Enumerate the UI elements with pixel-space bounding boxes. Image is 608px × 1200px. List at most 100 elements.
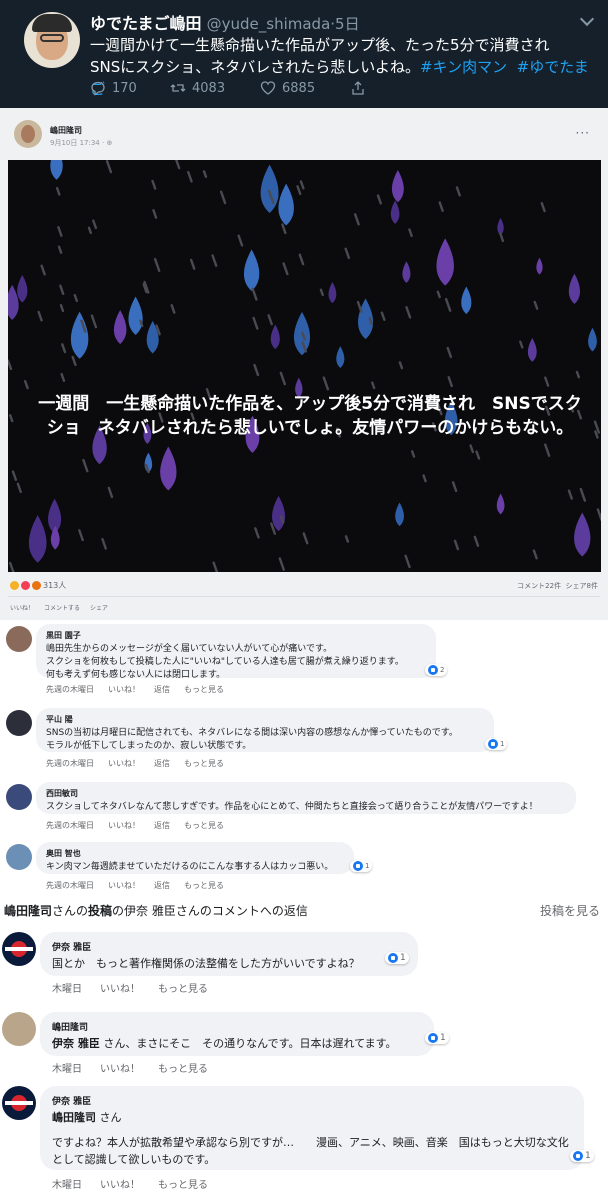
comment-like-badge[interactable]: 1 bbox=[570, 1150, 594, 1162]
comment-meta: 先週の木曜日 いいね！ 返信 もっと見る bbox=[46, 880, 224, 891]
comment-time[interactable]: 先週の木曜日 bbox=[46, 820, 94, 831]
rain-streak bbox=[9, 561, 15, 572]
comment-count[interactable]: コメント22件 bbox=[517, 582, 561, 590]
rain-streak bbox=[189, 258, 196, 270]
comment-like-link[interactable]: いいね！ bbox=[108, 758, 140, 769]
comment-more-link[interactable]: もっと見る bbox=[184, 684, 224, 695]
comment-bubble: 嶋田隆司 伊奈 雅臣 さん、まさにそこ その通りなんです。日本は遅れてます。 bbox=[40, 1012, 434, 1056]
comment-more-link[interactable]: もっと見る bbox=[184, 758, 224, 769]
rain-streak bbox=[8, 359, 13, 371]
retweet-button[interactable]: 4083 bbox=[170, 80, 260, 96]
comment-like-link[interactable]: いいね！ bbox=[100, 980, 140, 995]
commenter-avatar[interactable] bbox=[2, 1086, 36, 1120]
comment-time[interactable]: 先週の木曜日 bbox=[46, 880, 94, 891]
rain-streak bbox=[579, 487, 587, 502]
comment-meta: 木曜日 いいね！ もっと見る bbox=[52, 980, 208, 995]
commenter-name[interactable]: 伊奈 雅臣 bbox=[52, 940, 406, 953]
commenter-name[interactable]: 奥田 智也 bbox=[46, 848, 344, 859]
comment-time[interactable]: 木曜日 bbox=[52, 1060, 82, 1075]
comment-reply-link[interactable]: 返信 bbox=[154, 684, 170, 695]
comment-text-body: ですよね？本人が拡散希望や承認なら別ですが… 漫画、アニメ、映画、音楽 国はもっ… bbox=[52, 1136, 569, 1166]
rain-streak bbox=[267, 314, 273, 326]
commenter-avatar[interactable] bbox=[6, 626, 32, 652]
post-share-button[interactable]: シェア bbox=[90, 603, 108, 612]
comment-more-link[interactable]: もっと見る bbox=[184, 880, 224, 891]
rain-streak bbox=[532, 549, 538, 560]
comment-time[interactable]: 木曜日 bbox=[52, 1176, 82, 1191]
comment-time[interactable]: 先週の木曜日 bbox=[46, 758, 94, 769]
comment-like-badge[interactable]: 1 bbox=[425, 1032, 449, 1044]
post-link[interactable]: 投稿 bbox=[88, 904, 112, 918]
tweet-handle[interactable]: @yude_shimada bbox=[207, 15, 331, 33]
comment-like-count: 1 bbox=[585, 1151, 591, 1161]
comment-like-count: 1 bbox=[365, 862, 370, 870]
view-post-link[interactable]: 投稿を見る bbox=[540, 902, 600, 919]
comment-time[interactable]: 木曜日 bbox=[52, 980, 82, 995]
tweet-avatar[interactable] bbox=[24, 12, 80, 68]
comment-like-link[interactable]: いいね！ bbox=[108, 820, 140, 831]
rain-streak bbox=[175, 160, 181, 170]
hashtag-kinnikuman[interactable]: #キン肉マン bbox=[420, 58, 507, 76]
avatar-logo bbox=[5, 1095, 33, 1111]
comment-more-link[interactable]: もっと見る bbox=[158, 1176, 208, 1191]
reaction-summary[interactable]: 313人 bbox=[10, 580, 66, 591]
mention-link[interactable]: 伊奈 雅臣 bbox=[52, 1037, 100, 1050]
comment-like-badge[interactable]: 1 bbox=[350, 860, 373, 872]
chevron-down-icon[interactable] bbox=[579, 11, 595, 27]
rain-drop bbox=[270, 324, 280, 350]
comment-like-badge[interactable]: 1 bbox=[485, 738, 508, 750]
globe-icon: ⊕ bbox=[106, 139, 113, 147]
comment-like-badge[interactable]: 2 bbox=[425, 664, 448, 676]
comment-reply-link[interactable]: 返信 bbox=[154, 758, 170, 769]
comment-more-link[interactable]: もっと見る bbox=[158, 1060, 208, 1075]
commenter-name[interactable]: 伊奈 雅臣 bbox=[52, 1094, 572, 1107]
rain-drop bbox=[568, 273, 581, 305]
commenter-avatar[interactable] bbox=[6, 844, 32, 870]
rain-streak bbox=[455, 186, 461, 197]
tweet-header: ゆでたまご嶋田 @yude_shimada·5日 bbox=[90, 10, 360, 34]
comment-like-badge[interactable]: 1 bbox=[385, 952, 409, 964]
facebook-post: 嶋田隆司 9月10日 17:34 · ⊕ ··· 一週間 一生懸命描いた作品を、… bbox=[0, 108, 608, 620]
post-author-avatar[interactable] bbox=[14, 120, 42, 148]
reply-button[interactable]: 170 bbox=[90, 80, 170, 96]
post-author-name[interactable]: 嶋田隆司 bbox=[50, 125, 82, 136]
comment-bubble: 伊奈 雅臣 嶋田隆司 さん ですよね？本人が拡散希望や承認なら別ですが… 漫画、… bbox=[40, 1086, 584, 1170]
comment-reply-link[interactable]: 返信 bbox=[154, 880, 170, 891]
rain-streak bbox=[57, 226, 63, 237]
commenter-avatar[interactable] bbox=[2, 1012, 36, 1046]
like-button[interactable]: 6885 bbox=[260, 80, 350, 96]
comment-more-link[interactable]: もっと見る bbox=[158, 980, 208, 995]
comment-meta: 木曜日 いいね！ もっと見る bbox=[52, 1176, 208, 1191]
commenter-avatar[interactable] bbox=[6, 784, 32, 810]
haha-reaction-icon bbox=[10, 581, 19, 590]
commenter-name[interactable]: 黒田 園子 bbox=[46, 630, 426, 641]
comment-like-link[interactable]: いいね！ bbox=[108, 880, 140, 891]
share-count[interactable]: シェア8件 bbox=[566, 582, 598, 590]
comment-more-link[interactable]: もっと見る bbox=[184, 820, 224, 831]
share-button[interactable] bbox=[350, 80, 366, 96]
post-like-button[interactable]: いいね！ bbox=[10, 603, 34, 612]
more-options-icon[interactable]: ··· bbox=[576, 126, 590, 140]
tweet-display-name[interactable]: ゆでたまご嶋田 bbox=[90, 14, 202, 33]
commenter-name[interactable]: 平山 陽 bbox=[46, 714, 484, 725]
commenter-name[interactable]: 西田敏司 bbox=[46, 788, 566, 799]
commenter-avatar[interactable] bbox=[2, 932, 36, 966]
post-image[interactable]: 一週間 一生懸命描いた作品を、アップ後5分で消費され SNSでスクショ ネタバレ… bbox=[8, 160, 601, 572]
comment-reply-link[interactable]: 返信 bbox=[154, 820, 170, 831]
rain-streak bbox=[278, 557, 285, 571]
comment-bubble: 奥田 智也 キン肉マン毎週読ませていただけるのにこんな事する人はカッコ悪い。 bbox=[36, 842, 354, 874]
commenter-avatar[interactable] bbox=[6, 710, 32, 736]
comment-time[interactable]: 先週の木曜日 bbox=[46, 684, 94, 695]
comment-like-link[interactable]: いいね！ bbox=[100, 1060, 140, 1075]
rain-streak bbox=[475, 450, 481, 460]
comment-bubble: 平山 陽 SNSの当初は月曜日に配信されても、ネタバレになる間は深い内容の感想な… bbox=[36, 708, 494, 752]
rain-drop bbox=[436, 238, 454, 286]
post-comment-button[interactable]: コメントする bbox=[44, 603, 80, 612]
commenter-name[interactable]: 嶋田隆司 bbox=[52, 1020, 422, 1033]
post-author-link[interactable]: 嶋田隆司 bbox=[4, 904, 52, 918]
tweet-time[interactable]: 5日 bbox=[335, 15, 360, 33]
comment-text-body: さん、まさにそこ その通りなんです。日本は遅れてます。 bbox=[99, 1037, 397, 1050]
comment-like-link[interactable]: いいね！ bbox=[108, 684, 140, 695]
comment-like-link[interactable]: いいね！ bbox=[100, 1176, 140, 1191]
mention-link[interactable]: 嶋田隆司 bbox=[52, 1111, 96, 1124]
